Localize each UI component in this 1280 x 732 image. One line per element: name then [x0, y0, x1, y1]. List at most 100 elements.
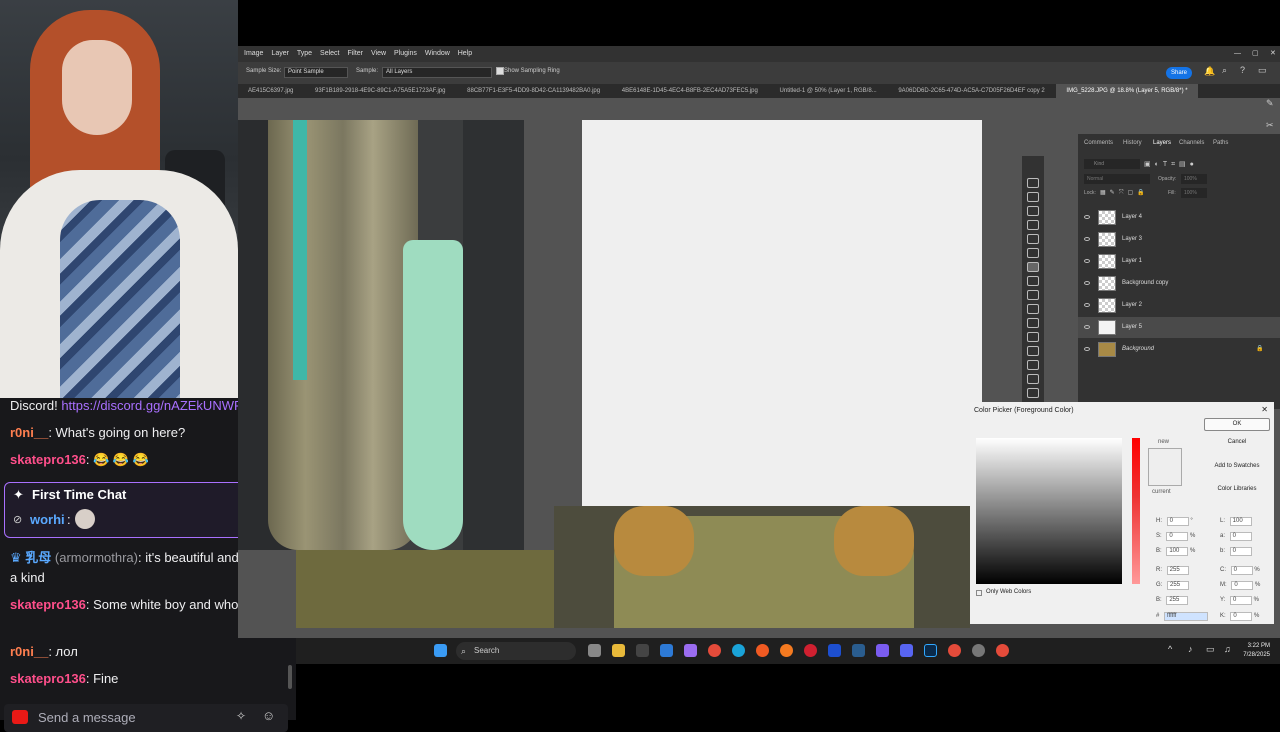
eye-icon[interactable] — [1084, 259, 1090, 263]
help-icon[interactable]: ? — [1240, 65, 1245, 75]
bell-icon[interactable]: 🔔 — [1204, 66, 1215, 77]
magic-wand-tool-icon[interactable] — [1027, 220, 1039, 230]
layer-row[interactable]: Background 🔒 — [1078, 339, 1280, 360]
tab-history[interactable]: History — [1123, 140, 1142, 146]
microphone-icon[interactable]: ♪ — [1188, 644, 1193, 654]
app-icon[interactable] — [636, 644, 649, 657]
eyedropper-tool-icon[interactable] — [1027, 262, 1039, 272]
opacity-field[interactable]: 100% — [1181, 174, 1207, 184]
show-ring-checkbox[interactable] — [496, 67, 504, 75]
eye-icon[interactable] — [1084, 347, 1090, 351]
menu-type[interactable]: Type — [297, 46, 312, 62]
task-view-icon[interactable] — [588, 644, 601, 657]
firefox-icon[interactable] — [780, 644, 793, 657]
menu-help[interactable]: Help — [458, 46, 472, 62]
blend-mode-select[interactable]: Normal — [1084, 174, 1150, 184]
tab-layers[interactable]: Layers — [1153, 140, 1171, 146]
minimize-icon[interactable]: — — [1234, 46, 1241, 62]
lab-b-field[interactable]: 0 — [1229, 547, 1252, 556]
lock-icons[interactable]: ▦✎⤧▢🔒 — [1100, 189, 1149, 197]
pen-tool-icon[interactable] — [1027, 388, 1039, 398]
hue-slider[interactable] — [1132, 438, 1140, 584]
healing-tool-icon[interactable] — [1027, 276, 1039, 286]
eye-icon[interactable] — [1084, 303, 1090, 307]
close-icon[interactable]: ✕ — [1261, 405, 1268, 414]
red-field[interactable]: 255 — [1166, 566, 1189, 575]
canvas-photo-bodice[interactable] — [554, 506, 970, 628]
discord-icon[interactable] — [900, 644, 913, 657]
menu-plugins[interactable]: Plugins — [394, 46, 417, 62]
share-button[interactable]: Share — [1166, 67, 1192, 79]
sample-size-select[interactable]: Point Sample — [284, 67, 348, 78]
send-message-box[interactable]: Send a message ✧ ☺ — [4, 704, 288, 732]
username[interactable]: skatepro136 — [10, 671, 86, 686]
doc-tab-active[interactable]: IMG_5228.JPG @ 18.8% (Layer 5, RGB/8*) * — [1056, 84, 1198, 98]
blue-field[interactable]: 255 — [1166, 596, 1189, 605]
network-icon[interactable]: ▭ — [1206, 644, 1215, 655]
doc-tab[interactable]: 88CB77F1-E3F5-4DD9-8D42-CA1139482BA0.jpg — [457, 84, 610, 98]
chrome-icon-3[interactable] — [996, 644, 1009, 657]
brush-settings-icon[interactable]: ✎ — [1266, 98, 1274, 109]
menu-filter[interactable]: Filter — [347, 46, 363, 62]
windows-start-icon[interactable] — [434, 644, 447, 657]
cyan-field[interactable]: 0 — [1230, 566, 1253, 575]
lab-l-field[interactable]: 100 — [1229, 517, 1252, 526]
color-libraries-button[interactable]: Color Libraries — [1204, 484, 1270, 497]
store-icon[interactable] — [660, 644, 673, 657]
doc-tab[interactable]: 93F1B189-2918-4E9C-89C1-A75A5E1723AF.jpg — [305, 84, 455, 98]
tab-paths[interactable]: Paths — [1213, 140, 1228, 146]
eye-icon[interactable] — [1084, 325, 1090, 329]
green-field[interactable]: 255 — [1167, 581, 1190, 590]
steam-icon[interactable] — [852, 644, 865, 657]
doc-tab[interactable]: 9A06DD6D-2C65-474D-AC5A-C7D05F26D4EF cop… — [888, 84, 1054, 98]
chevron-up-icon[interactable]: ^ — [1168, 644, 1172, 654]
file-explorer-icon[interactable] — [612, 644, 625, 657]
layer-row[interactable]: Layer 3 — [1078, 229, 1280, 250]
photoshop-icon[interactable] — [924, 644, 937, 657]
menu-view[interactable]: View — [371, 46, 386, 62]
discord-link[interactable]: https://discord.gg/nAZEkUNWPt — [61, 398, 246, 413]
canvas-photo-fabric-detail[interactable] — [296, 550, 554, 628]
canvas-photo-dress-door[interactable] — [238, 120, 524, 550]
doc-tab[interactable]: 4BE6148E-1D45-4EC4-B8FB-2EC4AD73FEC5.jpg — [612, 84, 768, 98]
eye-icon[interactable] — [1084, 237, 1090, 241]
eraser-tool-icon[interactable] — [1027, 332, 1039, 342]
dodge-tool-icon[interactable] — [1027, 374, 1039, 384]
edge-icon[interactable] — [732, 644, 745, 657]
app-icon-2[interactable] — [828, 644, 841, 657]
chat-scrollbar[interactable] — [288, 665, 292, 689]
username[interactable]: r0ni__ — [10, 425, 48, 440]
gradient-tool-icon[interactable] — [1027, 346, 1039, 356]
history-brush-icon[interactable] — [1027, 318, 1039, 328]
username[interactable]: skatepro136 — [10, 597, 86, 612]
saturation-field[interactable]: 0 — [1166, 532, 1189, 541]
taskbar-search[interactable]: ⌕ Search — [456, 642, 576, 660]
brave-icon[interactable] — [756, 644, 769, 657]
marquee-tool-icon[interactable] — [1027, 192, 1039, 202]
black-field[interactable]: 0 — [1230, 612, 1253, 621]
tab-channels[interactable]: Channels — [1179, 140, 1204, 146]
layer-row[interactable]: Background copy — [1078, 273, 1280, 294]
cancel-button[interactable]: Cancel — [1204, 437, 1270, 450]
volume-icon[interactable]: ♫ — [1224, 644, 1231, 654]
ok-button[interactable]: OK — [1204, 418, 1270, 431]
canvas-white-layer[interactable] — [582, 120, 982, 506]
opera-icon[interactable] — [804, 644, 817, 657]
eye-icon[interactable] — [1084, 215, 1090, 219]
doc-tab[interactable]: AE415C6397.jpg — [238, 84, 303, 98]
eye-icon[interactable] — [1084, 281, 1090, 285]
workspace-icon[interactable]: ▭ — [1258, 65, 1267, 76]
lasso-tool-icon[interactable] — [1027, 206, 1039, 216]
maximize-icon[interactable]: ▢ — [1252, 46, 1259, 62]
username[interactable]: skatepro136 — [10, 452, 86, 467]
only-web-colors-checkbox[interactable] — [976, 590, 982, 596]
menu-layer[interactable]: Layer — [271, 46, 289, 62]
window-close-icon[interactable]: ✕ — [1270, 46, 1276, 62]
yellow-field[interactable]: 0 — [1230, 596, 1253, 605]
settings-icon[interactable] — [972, 644, 985, 657]
lock-icon[interactable]: 🔒 — [1256, 345, 1263, 352]
doc-tab[interactable]: Untitled-1 @ 50% (Layer 1, RGB/8... — [770, 84, 887, 98]
sample-select[interactable]: All Layers — [382, 67, 492, 78]
layer-row[interactable]: Layer 1 — [1078, 251, 1280, 272]
search-icon[interactable]: ⌕ — [1222, 65, 1227, 76]
